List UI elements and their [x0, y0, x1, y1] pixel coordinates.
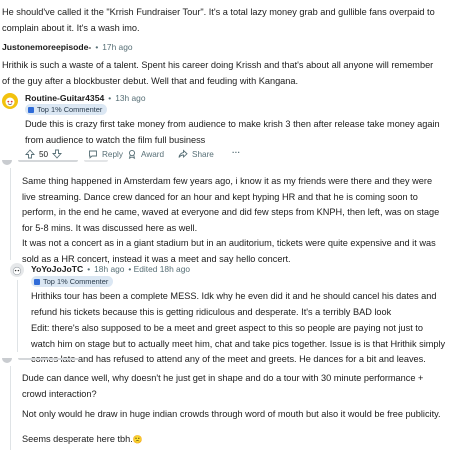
thread-line[interactable]	[10, 168, 11, 260]
comment-body: He should've called it the "Krrish Fundr…	[2, 7, 435, 33]
reply-label: Reply	[102, 149, 123, 159]
avatar[interactable]	[2, 93, 18, 109]
comment-body: Same thing happened in Amsterdam few yea…	[22, 176, 440, 233]
separator: •	[95, 42, 99, 52]
badge-icon	[34, 278, 40, 285]
edited-label: • Edited 18h ago	[128, 264, 191, 274]
badge-label: Top 1% Commenter	[43, 277, 109, 286]
comment-bubble-icon	[89, 150, 97, 159]
share-button[interactable]: Share	[178, 149, 214, 159]
comment-text: Seems desperate here tbh.	[22, 434, 133, 444]
top-commenter-badge: Top 1% Commenter	[31, 276, 114, 287]
more-options-button[interactable]: ···	[232, 148, 240, 157]
reply-header: Routine-Guitar4354 • 13h ago	[25, 93, 146, 103]
comment-body: It was not a concert as in a giant stadi…	[22, 238, 436, 264]
thread-line[interactable]	[10, 366, 11, 450]
share-label: Share	[192, 149, 214, 159]
timestamp[interactable]: 13h ago	[115, 93, 145, 103]
vote-controls: 50	[25, 149, 63, 159]
snoo-avatar-icon	[12, 266, 22, 276]
reply-header: YoYoJoJoTC • 18h ago • Edited 18h ago	[31, 264, 190, 274]
reply-button[interactable]: Reply	[88, 149, 123, 159]
username[interactable]: YoYoJoJoTC	[31, 264, 83, 274]
top-commenter-badge: Top 1% Commenter	[25, 104, 108, 115]
award-label: Award	[141, 149, 165, 159]
timestamp[interactable]: 18h ago	[94, 264, 124, 274]
award-icon	[128, 149, 136, 159]
badge-icon	[28, 106, 34, 113]
share-icon	[178, 149, 188, 159]
separator: •	[87, 264, 91, 274]
avatar[interactable]	[10, 263, 24, 277]
timestamp[interactable]: 17h ago	[102, 42, 132, 52]
downvote-icon[interactable]	[52, 149, 63, 159]
reply-body: Hrithiks tour has been a complete MESS. …	[31, 291, 437, 317]
more-options-icon: ···	[232, 148, 241, 157]
comment-header: Justonemoreepisode- • 17h ago	[2, 42, 133, 52]
separator: •	[108, 93, 112, 103]
upvote-icon[interactable]	[25, 149, 35, 159]
comment-body: Not only would he draw in huge indian cr…	[22, 409, 441, 419]
clipped-comment-header	[0, 160, 110, 167]
clipped-comment-header	[0, 358, 110, 365]
award-button[interactable]: Award	[127, 149, 164, 159]
comment-body: Seems desperate here tbh.🙁	[22, 432, 444, 448]
comment-body: Dude can dance well, why doesn't he just…	[22, 373, 424, 399]
vote-count: 50	[39, 149, 49, 159]
snoo-avatar-icon	[5, 97, 15, 107]
badge-label: Top 1% Commenter	[37, 105, 103, 114]
thread-line[interactable]	[17, 280, 18, 352]
username[interactable]: Justonemoreepisode-	[2, 42, 91, 52]
reply-body: Dude this is crazy first take money from…	[25, 119, 440, 145]
username[interactable]: Routine-Guitar4354	[25, 93, 104, 103]
sad-face-emoji: 🙁	[132, 435, 143, 444]
comment-body: Hrithik is such a waste of a talent. Spe…	[2, 60, 434, 86]
